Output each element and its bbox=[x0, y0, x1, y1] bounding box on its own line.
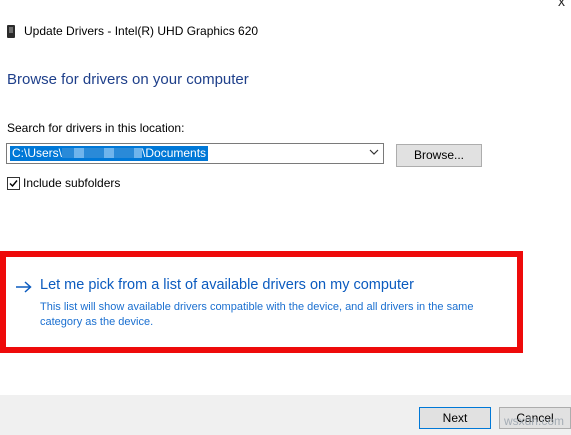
title-bar: Update Drivers - Intel(R) UHD Graphics 6… bbox=[7, 23, 258, 39]
path-suffix: \Documents bbox=[142, 146, 207, 160]
include-subfolders-checkbox[interactable] bbox=[7, 176, 20, 190]
close-icon[interactable]: x bbox=[558, 0, 565, 8]
redacted-username bbox=[62, 147, 143, 158]
chevron-down-icon[interactable] bbox=[369, 147, 379, 157]
arrow-right-icon bbox=[16, 281, 32, 293]
update-drivers-window: x Update Drivers - Intel(R) UHD Graphics… bbox=[0, 0, 571, 435]
pick-from-list-link[interactable]: Let me pick from a list of available dri… bbox=[40, 277, 414, 293]
pick-from-list-description: This list will show available drivers co… bbox=[40, 301, 474, 328]
watermark: wsxdn.com bbox=[503, 414, 564, 428]
checkmark-icon bbox=[9, 179, 18, 187]
search-path-combobox[interactable]: C:\Users\ \Documents bbox=[6, 143, 384, 164]
search-path-value[interactable]: C:\Users\ \Documents bbox=[10, 146, 209, 161]
next-button[interactable]: Next bbox=[419, 407, 491, 429]
include-subfolders-option[interactable]: Include subfolders bbox=[7, 176, 120, 190]
device-icon bbox=[7, 24, 16, 38]
include-subfolders-label: Include subfolders bbox=[23, 176, 121, 190]
browse-button[interactable]: Browse... bbox=[396, 144, 482, 167]
search-location-label: Search for drivers in this location: bbox=[7, 121, 185, 135]
path-prefix: C:\Users\ bbox=[12, 146, 63, 160]
page-heading: Browse for drivers on your computer bbox=[7, 71, 249, 88]
window-title: Update Drivers - Intel(R) UHD Graphics 6… bbox=[24, 24, 259, 38]
